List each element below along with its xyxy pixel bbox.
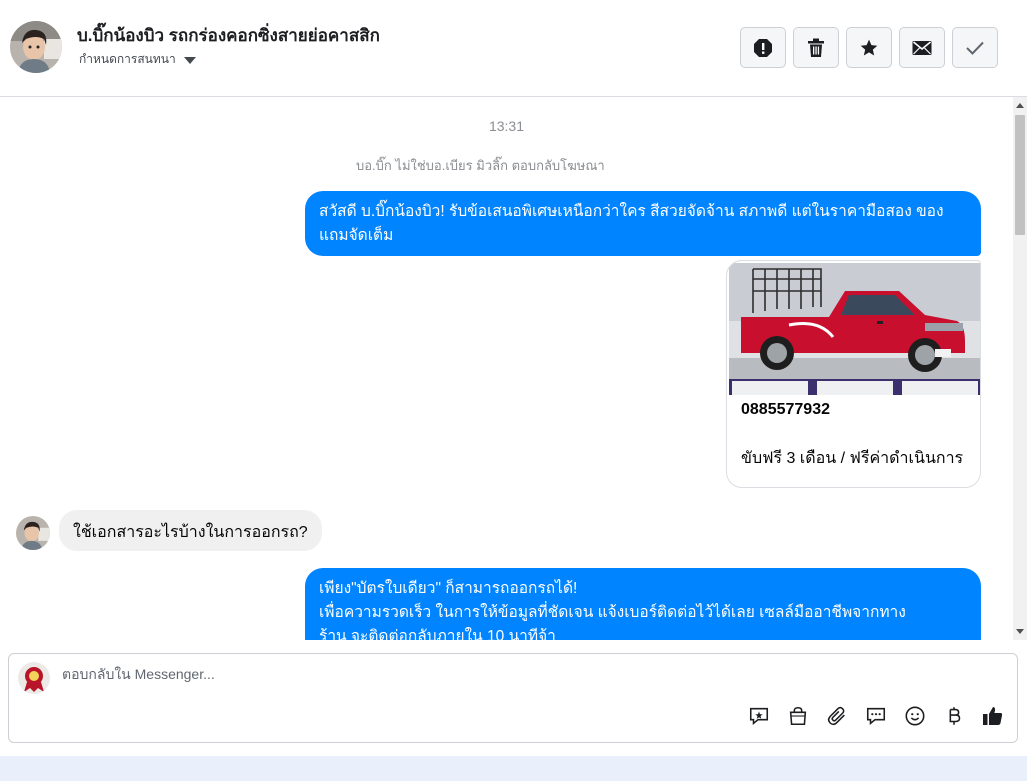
scroll-thumb[interactable] [1015,115,1025,235]
thread-scrollbar[interactable] [1013,97,1027,640]
outgoing-message-multiline[interactable]: เพียง"บัตรใบเดียว" ก็สามารถออกรถได้! เพื… [305,568,981,640]
sticker-icon[interactable] [747,704,771,728]
paperclip-icon[interactable] [825,704,849,728]
card-description: ขับฟรี 3 เดือน / ฟรีค่าดำเนินการ [741,450,964,467]
reply-input[interactable] [62,666,962,682]
product-card[interactable]: 0885577932 ขับฟรี 3 เดือน / ฟรีค่าดำเนิน… [726,260,981,488]
saved-reply-icon[interactable] [864,704,888,728]
contact-avatar[interactable] [10,21,62,73]
page-avatar [18,662,50,694]
incoming-message[interactable]: ใช้เอกสารอะไรบ้างในการออกรถ? [59,510,322,551]
mark-unread-button[interactable] [899,27,945,68]
scroll-up-arrow[interactable] [1016,103,1024,108]
like-icon[interactable] [981,704,1005,728]
bag-icon[interactable] [786,704,810,728]
contact-avatar-small [16,516,50,550]
check-icon [966,41,984,55]
conversation-header: บ.บิ๊กน้องบิว รถกร่องคอกซิ่งสายย่อคาสสิก… [0,0,1027,97]
delete-button[interactable] [793,27,839,68]
star-button[interactable] [846,27,892,68]
mail-icon [912,40,932,55]
message-line: เพื่อความรวดเร็ว ในการให้ข้อมูลที่ชัดเจน… [319,604,906,621]
assign-conversation-dropdown[interactable]: กำหนดการสนทนา [79,50,196,69]
message-timestamp: 13:31 [488,118,525,134]
message-line: ร้าน จะติดต่อกลับภายใน 10 นาทีจ้า [319,628,556,640]
trash-icon [808,38,824,57]
header-toolbar [740,27,998,68]
contact-name: บ.บิ๊กน้องบิว รถกร่องคอกซิ่งสายย่อคาสสิก [77,26,380,45]
composer-tools [747,704,1005,728]
mark-done-button[interactable] [952,27,998,68]
message-thread[interactable]: 13:31 บอ.บิ๊ก ไม่ใช่บอ.เบียร มิวลิ๊ก ตอบ… [0,97,1013,640]
outgoing-message[interactable]: สวัสดี บ.บิ๊กน้องบิว! รับข้อเสนอพิเศษเหน… [305,191,981,256]
emoji-icon[interactable] [903,704,927,728]
report-button[interactable] [740,27,786,68]
reply-composer [8,653,1018,743]
page-footer-band [0,756,1027,781]
caret-down-icon [183,57,196,64]
scroll-down-arrow[interactable] [1016,629,1024,634]
message-line: เพียง"บัตรใบเดียว" ก็สามารถออกรถได้! [319,580,578,597]
ad-reply-context: บอ.บิ๊ก ไม่ใช่บอ.เบียร มิวลิ๊ก ตอบกลับโฆ… [356,158,605,173]
assign-label: กำหนดการสนทนา [79,52,176,66]
card-phone-number[interactable]: 0885577932 [741,401,830,419]
star-icon [860,39,878,55]
truck-photo [729,263,980,395]
alert-icon [754,38,772,57]
baht-icon[interactable] [942,704,966,728]
